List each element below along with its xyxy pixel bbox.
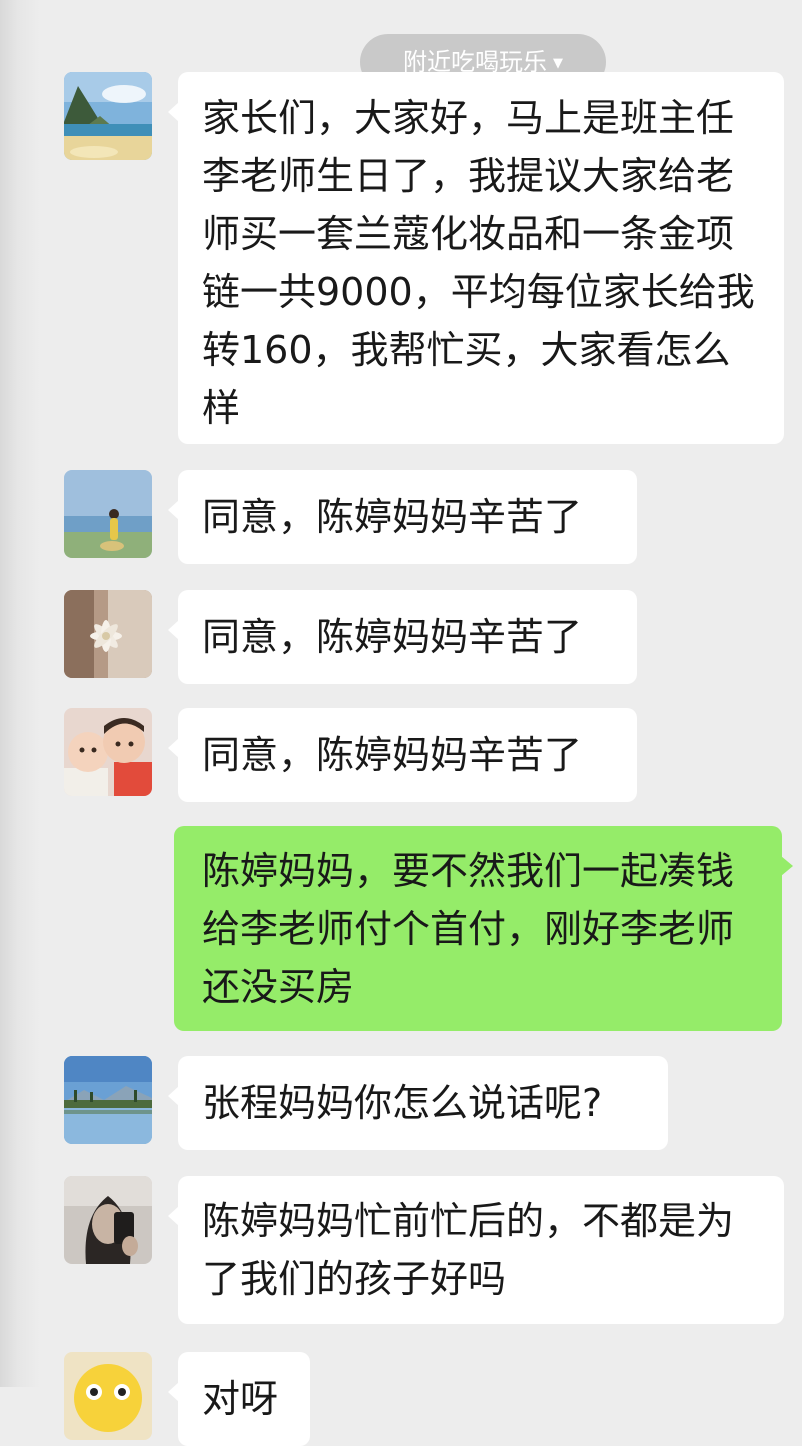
message-text: 同意，陈婷妈妈辛苦了: [202, 495, 583, 539]
message-text: 陈婷妈妈忙前忙后的，不都是为了我们的孩子好吗: [202, 1199, 735, 1301]
avatar-island-coast[interactable]: [64, 72, 152, 160]
message-text: 陈婷妈妈，要不然我们一起凑钱给李老师付个首付，刚好李老师还没买房: [202, 849, 735, 1009]
avatar-woman-beach[interactable]: [64, 470, 152, 558]
avatar-white-flower[interactable]: [64, 590, 152, 678]
message-bubble-1[interactable]: 家长们，大家好，马上是班主任李老师生日了，我提议大家给老师买一套兰蔻化妆品和一条…: [168, 72, 784, 444]
message-bubble-2[interactable]: 同意，陈婷妈妈辛苦了: [168, 470, 637, 564]
message-bubble-4[interactable]: 同意，陈婷妈妈辛苦了: [168, 708, 637, 802]
message-bubble-3[interactable]: 同意，陈婷妈妈辛苦了: [168, 590, 637, 684]
avatar-two-babies[interactable]: [64, 708, 152, 796]
message-bubble-5-outgoing[interactable]: 陈婷妈妈，要不然我们一起凑钱给李老师付个首付，刚好李老师还没买房: [174, 826, 793, 1031]
avatar-lake-landscape[interactable]: [64, 1056, 152, 1144]
caret-down-icon: ▼: [553, 56, 563, 71]
message-bubble-6[interactable]: 张程妈妈你怎么说话呢?: [168, 1056, 668, 1150]
message-text: 家长们，大家好，马上是班主任李老师生日了，我提议大家给老师买一套兰蔻化妆品和一条…: [202, 96, 755, 430]
message-bubble-7[interactable]: 陈婷妈妈忙前忙后的，不都是为了我们的孩子好吗: [168, 1176, 784, 1324]
message-bubble-8[interactable]: 对呀: [168, 1352, 310, 1446]
avatar-cartoon-face[interactable]: [64, 1352, 152, 1440]
message-text: 张程妈妈你怎么说话呢?: [202, 1081, 603, 1125]
message-text: 同意，陈婷妈妈辛苦了: [202, 615, 583, 659]
chat-window: 附近吃喝玩乐 ▼ 家长们，大家好，马上是班主任李老师生日了，我提议大家给老师买一套…: [0, 0, 802, 1446]
message-text: 同意，陈婷妈妈辛苦了: [202, 733, 583, 777]
avatar-selfie-person[interactable]: [64, 1176, 152, 1264]
message-text: 对呀: [202, 1377, 279, 1421]
